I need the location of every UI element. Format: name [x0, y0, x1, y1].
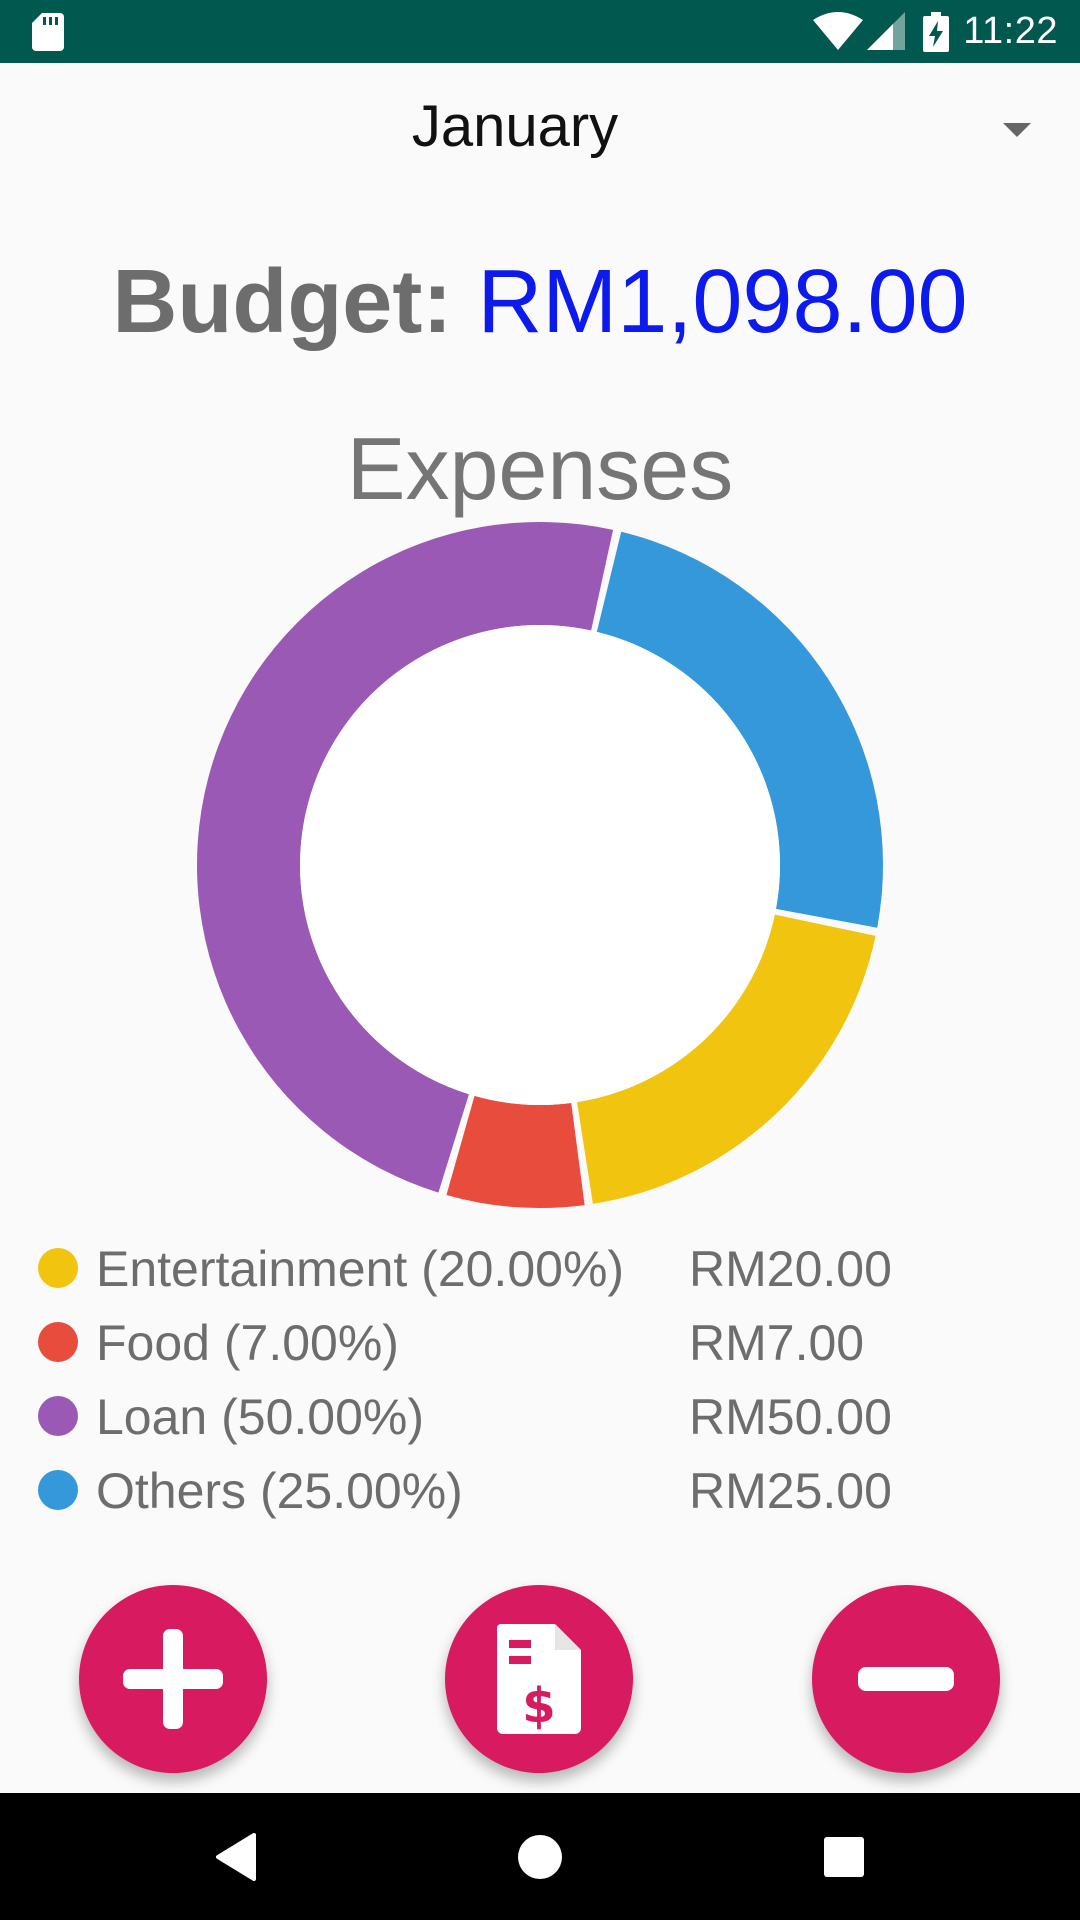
svg-text:$: $: [522, 1678, 555, 1734]
back-icon: [216, 1832, 256, 1881]
legend-item-food: Food (7.00%) RM7.00: [36, 1306, 1046, 1380]
expenses-donut-chart: [196, 521, 883, 1208]
legend-dot: [38, 1248, 78, 1288]
wifi-icon: [813, 11, 864, 50]
month-dropdown[interactable]: January: [0, 63, 1080, 203]
app-screen: 11:22 January Budget: RM1,098.00 Expense…: [0, 0, 1080, 1920]
dropdown-arrow-icon[interactable]: [1003, 123, 1031, 137]
legend-label: Food (7.00%): [96, 1315, 399, 1371]
legend-amount: RM7.00: [689, 1315, 865, 1371]
status-bar: 11:22: [0, 0, 1080, 63]
status-clock: 11:22: [963, 10, 1058, 52]
legend-item-others: Others (25.00%) RM25.00: [36, 1454, 1046, 1528]
donut-slice-food: [446, 1095, 585, 1208]
system-nav-bar: [0, 1793, 1080, 1920]
expenses-title: Expenses: [346, 419, 734, 518]
legend-dot: [38, 1470, 78, 1510]
legend-amount: RM25.00: [689, 1463, 892, 1519]
nav-home-button[interactable]: [480, 1793, 600, 1920]
cell-signal-icon: [867, 11, 906, 50]
legend-dot: [38, 1322, 78, 1362]
recents-icon: [824, 1836, 864, 1877]
add-income-button[interactable]: [79, 1585, 267, 1773]
legend-dot: [38, 1396, 78, 1436]
sd-card-icon: [32, 13, 64, 51]
selected-month: January: [411, 94, 619, 159]
donut-center-hole: [300, 625, 780, 1105]
battery-charging-icon: [923, 11, 950, 52]
legend-amount: RM50.00: [689, 1389, 892, 1445]
invoice-dollar-icon: $: [497, 1624, 581, 1734]
plus-icon: [123, 1629, 223, 1729]
legend-item-loan: Loan (50.00%) RM50.00: [36, 1380, 1046, 1454]
view-report-button[interactable]: $: [445, 1585, 633, 1773]
nav-back-button[interactable]: [176, 1793, 296, 1920]
legend-label: Entertainment (20.00%): [96, 1241, 625, 1297]
legend-label: Loan (50.00%): [96, 1389, 425, 1445]
home-icon: [518, 1834, 562, 1879]
legend-amount: RM20.00: [689, 1241, 892, 1297]
legend-item-entertainment: Entertainment (20.00%) RM20.00: [36, 1232, 1046, 1306]
budget-amount: RM1,098.00: [477, 252, 968, 352]
status-icons: 11:22: [813, 0, 1058, 63]
nav-recents-button[interactable]: [784, 1793, 904, 1920]
budget-label: Budget:: [112, 252, 453, 352]
minus-icon: [858, 1667, 954, 1691]
legend-label: Others (25.00%): [96, 1463, 463, 1519]
add-expense-button[interactable]: [812, 1585, 1000, 1773]
budget-summary: Budget: RM1,098.00: [0, 250, 1080, 355]
expenses-legend: Entertainment (20.00%) RM20.00 Food (7.0…: [36, 1232, 1046, 1528]
